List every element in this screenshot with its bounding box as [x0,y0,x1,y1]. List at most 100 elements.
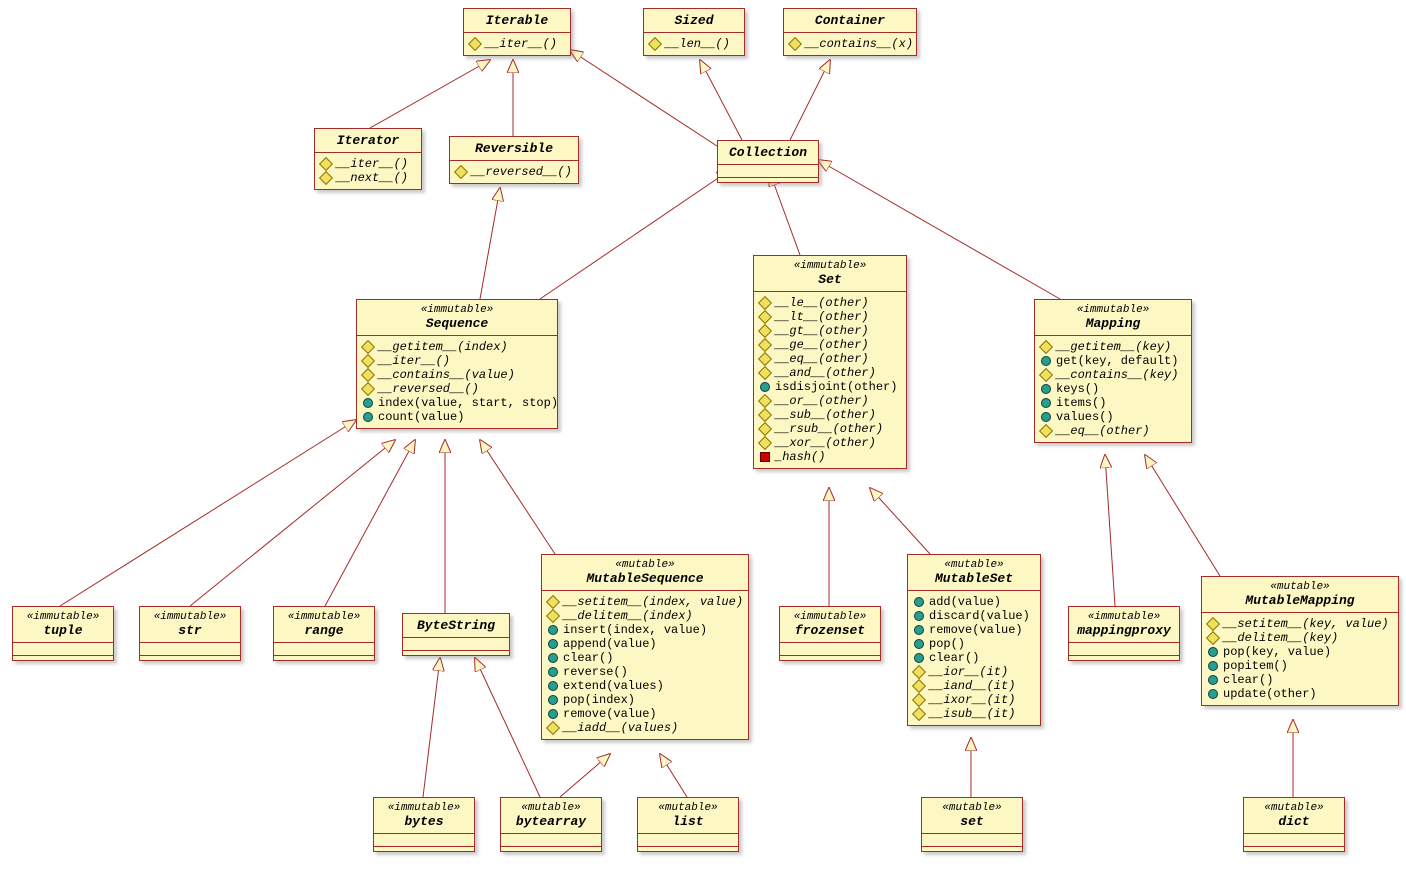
class-name: Reversible [458,141,570,156]
abstract-icon [361,340,375,354]
abstract-icon [758,310,772,324]
method: __iter__() [321,157,415,171]
inheritance-edge [870,488,930,554]
class-header: «mutable»dict [1244,798,1344,834]
method: _hash() [760,450,900,464]
method-signature: popitem() [1223,659,1288,673]
inheritance-edge [370,60,490,128]
method-signature: append(value) [563,637,657,651]
class-header: «mutable»set [922,798,1022,834]
method: __rsub__(other) [760,422,900,436]
inheritance-edge [700,60,742,140]
method-signature: __setitem__(index, value) [563,595,743,609]
abstract-icon [788,37,802,51]
method: __iand__(it) [914,679,1034,693]
class-header: «mutable»MutableMapping [1202,577,1398,613]
method: __ior__(it) [914,665,1034,679]
class-body: __getitem__(key)get(key, default)__conta… [1035,336,1191,442]
method-signature: __rsub__(other) [775,422,883,436]
concrete-icon [1041,356,1051,366]
method: __delitem__(key) [1208,631,1392,645]
abstract-icon [361,382,375,396]
method: __setitem__(key, value) [1208,617,1392,631]
class-compartment [274,655,374,660]
method-signature: __contains__(value) [378,368,515,382]
class-name: tuple [21,623,105,638]
stereotype: «immutable» [1043,304,1183,316]
method: append(value) [548,637,742,651]
method-signature: index(value, start, stop) [378,396,558,410]
method: __getitem__(key) [1041,340,1185,354]
class-MutableSet: «mutable»MutableSetadd(value)discard(val… [907,554,1041,726]
method-signature: __iter__() [378,354,450,368]
method-signature: __xor__(other) [775,436,876,450]
method: __iadd__(values) [548,721,742,735]
concrete-icon [914,639,924,649]
method: __setitem__(index, value) [548,595,742,609]
method-signature: __ior__(it) [929,665,1008,679]
method: get(key, default) [1041,354,1185,368]
concrete-icon [1041,384,1051,394]
inheritance-edge [480,188,500,299]
method: __gt__(other) [760,324,900,338]
method-signature: update(other) [1223,687,1317,701]
method: clear() [548,651,742,665]
method: __ixor__(it) [914,693,1034,707]
abstract-icon [758,408,772,422]
method: __reversed__() [456,165,572,179]
class-Container: Container__contains__(x) [783,8,917,56]
method-signature: remove(value) [563,707,657,721]
method-signature: __ge__(other) [775,338,869,352]
method-signature: reverse() [563,665,628,679]
class-body [274,643,374,655]
method: __getitem__(index) [363,340,551,354]
abstract-icon [648,37,662,51]
method: remove(value) [914,623,1034,637]
class-set: «mutable»set [921,797,1023,852]
method: pop(index) [548,693,742,707]
class-Sized: Sized__len__() [643,8,745,56]
method-signature: __iter__() [485,37,557,51]
concrete-icon [1208,689,1218,699]
concrete-icon [548,681,558,691]
class-name: ByteString [411,618,501,633]
class-name: Set [762,272,898,287]
class-body: __contains__(x) [784,33,916,55]
method: reverse() [548,665,742,679]
method-signature: remove(value) [929,623,1023,637]
method-signature: __or__(other) [775,394,869,408]
class-body: __len__() [644,33,744,55]
class-name: str [148,623,232,638]
class-body [140,643,240,655]
class-header: Collection [718,141,818,165]
concrete-icon [914,611,924,621]
method: __and__(other) [760,366,900,380]
class-name: set [930,814,1014,829]
concrete-icon [1208,647,1218,657]
method: __contains__(value) [363,368,551,382]
method: __iter__() [470,37,564,51]
method: __ge__(other) [760,338,900,352]
method: add(value) [914,595,1034,609]
stereotype: «immutable» [1077,611,1171,623]
concrete-icon [548,695,558,705]
class-body [13,643,113,655]
method-signature: __le__(other) [775,296,869,310]
method: pop() [914,637,1034,651]
class-header: «immutable»str [140,607,240,643]
method-signature: insert(index, value) [563,623,707,637]
method-signature: clear() [1223,673,1273,687]
class-header: Iterator [315,129,421,153]
class-Set: «immutable»Set__le__(other)__lt__(other)… [753,255,907,469]
method: __or__(other) [760,394,900,408]
class-header: ByteString [403,614,509,638]
class-name: range [282,623,366,638]
private-icon [760,452,770,462]
method: __contains__(key) [1041,368,1185,382]
stereotype: «mutable» [916,559,1032,571]
method-signature: __setitem__(key, value) [1223,617,1389,631]
concrete-icon [363,398,373,408]
method: remove(value) [548,707,742,721]
class-header: «mutable»list [638,798,738,834]
class-name: MutableSequence [550,571,740,586]
